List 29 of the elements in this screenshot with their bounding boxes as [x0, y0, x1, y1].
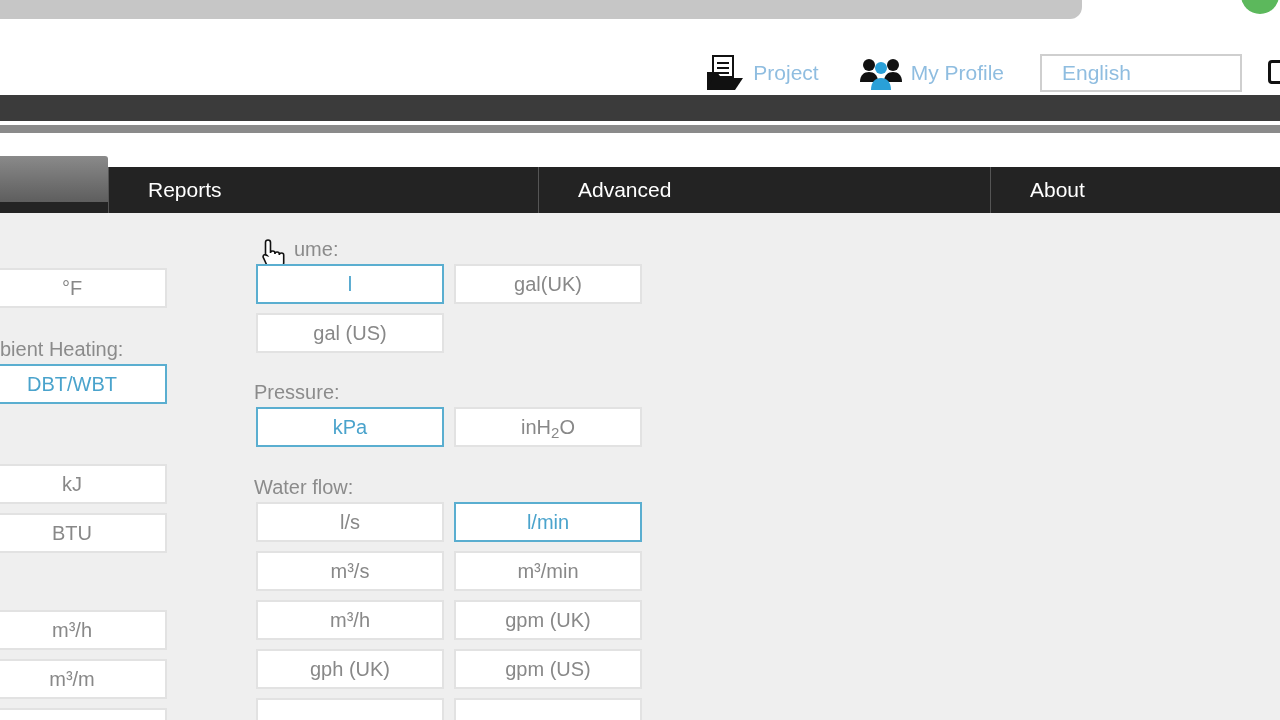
unit-button[interactable]: gpm (UK): [454, 600, 642, 640]
unit-button[interactable]: m³/m: [0, 659, 167, 699]
unit-button[interactable]: °F: [0, 268, 167, 308]
unit-button[interactable]: l: [256, 264, 444, 304]
section-label: bient Heating:: [0, 338, 124, 360]
nav-tab[interactable]: [0, 156, 108, 202]
document-folder-icon: [705, 54, 746, 92]
unit-button[interactable]: m³/h: [256, 600, 444, 640]
unit-button[interactable]: BTU: [0, 513, 167, 553]
unit-button[interactable]: m³/h: [0, 610, 167, 650]
unit-button[interactable]: l/min: [454, 502, 642, 542]
unit-button[interactable]: gph (UK): [256, 649, 444, 689]
unit-button[interactable]: m³/s: [256, 551, 444, 591]
unit-button[interactable]: DBT/WBT: [0, 364, 167, 404]
section-label: ume:: [294, 238, 339, 260]
unit-button[interactable]: m³/min: [454, 551, 642, 591]
language-field[interactable]: English: [1040, 54, 1242, 92]
project-link[interactable]: Project: [705, 54, 819, 92]
profile-link[interactable]: My Profile: [858, 56, 1004, 90]
unit-button[interactable]: gal (US): [256, 313, 444, 353]
unit-button[interactable]: kPa: [256, 407, 444, 447]
unit-button[interactable]: gpm (US): [454, 649, 642, 689]
unit-button[interactable]: kJ: [0, 464, 167, 504]
unit-button[interactable]: inH$_{2}$O: [454, 407, 642, 447]
section-label: Pressure:: [254, 381, 340, 403]
people-icon: [858, 56, 903, 90]
unit-button[interactable]: gal(UK): [454, 264, 642, 304]
unit-button[interactable]: l/s: [256, 502, 444, 542]
section-label: Water flow:: [254, 476, 354, 498]
